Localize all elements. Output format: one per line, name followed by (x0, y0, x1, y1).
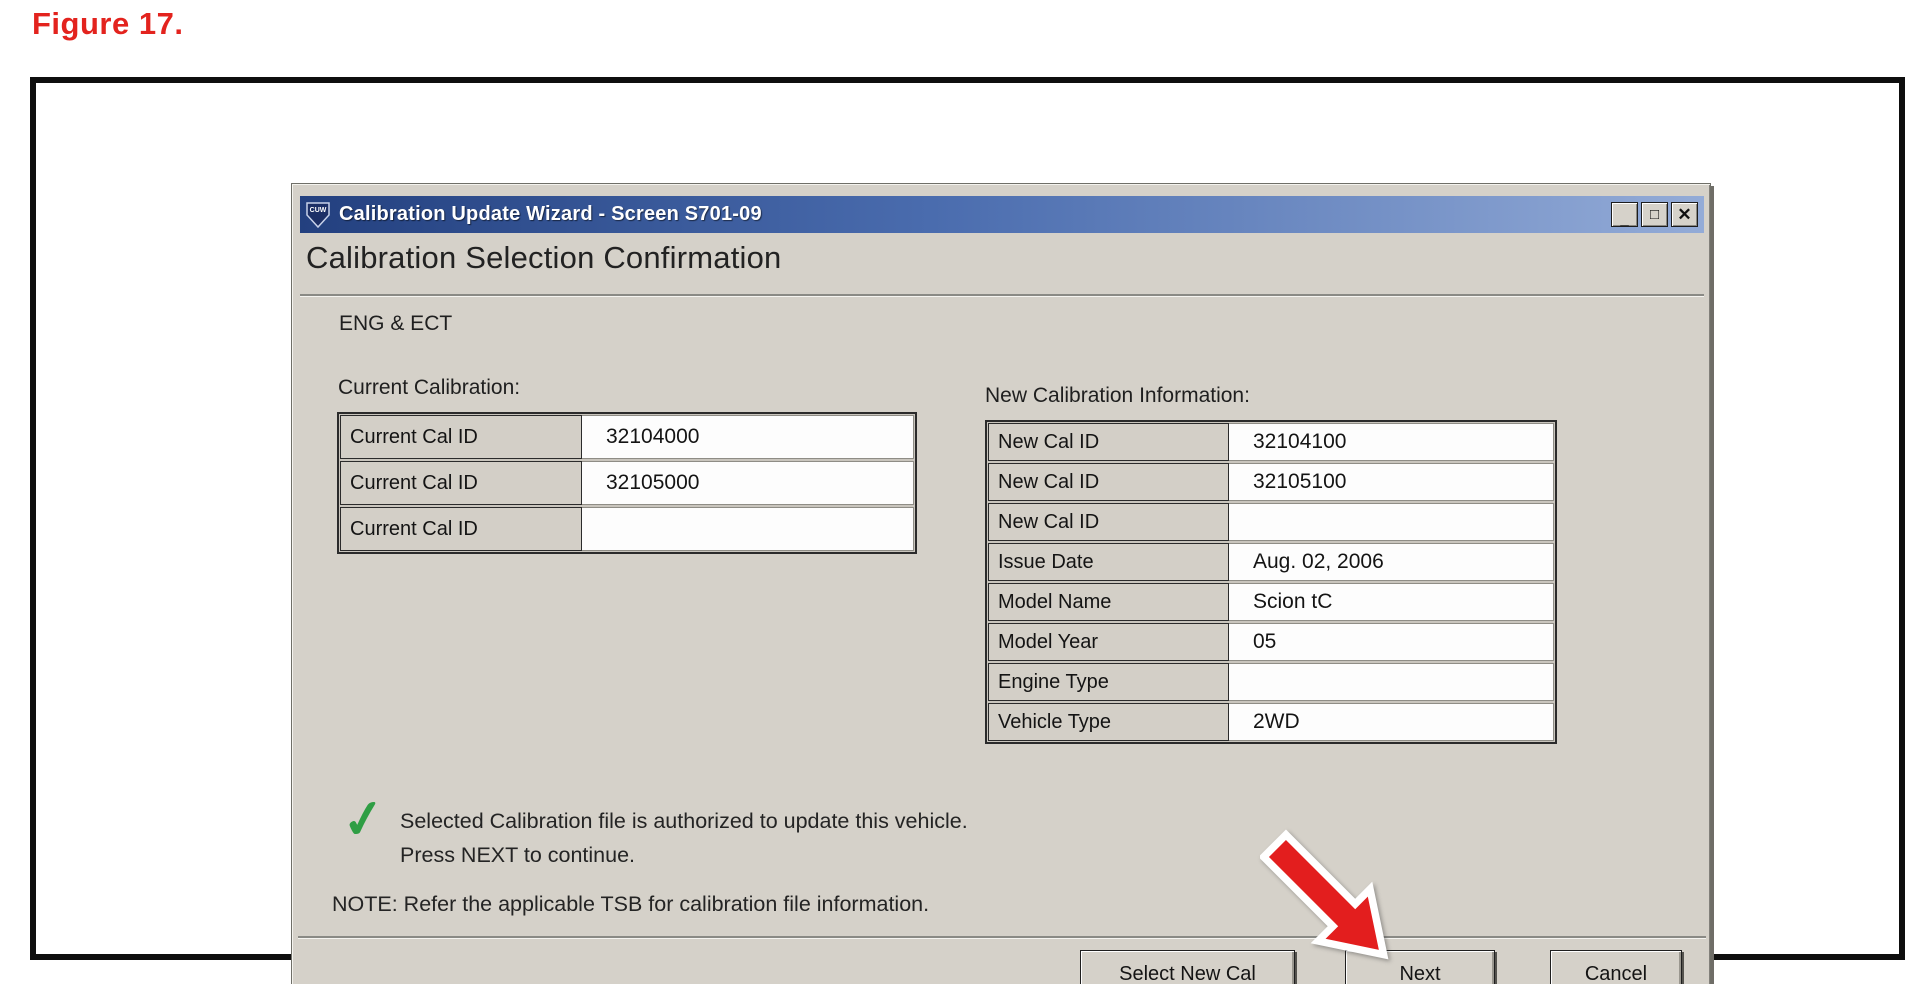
footer-divider (298, 936, 1706, 939)
figure-border: CUW Calibration Update Wizard - Screen S… (30, 77, 1905, 984)
note-text: NOTE: Refer the applicable TSB for calib… (332, 892, 930, 916)
minimize-button[interactable]: _ (1611, 202, 1638, 227)
authorization-message: Selected Calibration file is authorized … (400, 804, 968, 872)
table-row: Model Name Scion tC (988, 583, 1554, 621)
row-label: New Cal ID (988, 463, 1229, 501)
row-label: New Cal ID (988, 503, 1229, 541)
check-icon: ✓ (338, 788, 390, 852)
page-title: Calibration Selection Confirmation (306, 240, 782, 275)
close-button[interactable]: ✕ (1671, 202, 1698, 227)
row-value: Aug. 02, 2006 (1229, 543, 1554, 581)
row-label: Current Cal ID (340, 461, 582, 505)
row-value (1229, 503, 1554, 541)
table-row: Current Cal ID 32104000 (340, 415, 914, 459)
table-row: Model Year 05 (988, 623, 1554, 661)
row-label: Vehicle Type (988, 703, 1229, 741)
window-title: Calibration Update Wizard - Screen S701-… (339, 203, 762, 225)
callout-arrow-icon (1260, 829, 1389, 960)
current-calibration-label: Current Calibration: (338, 376, 521, 399)
row-value (582, 507, 914, 551)
authorization-line1: Selected Calibration file is authorized … (400, 809, 968, 833)
window-controls: _ □ ✕ (1611, 202, 1698, 227)
row-value: 32105000 (582, 461, 914, 505)
cancel-button[interactable]: Cancel (1550, 950, 1682, 984)
row-value: Scion tC (1229, 583, 1554, 621)
row-label: Current Cal ID (340, 415, 582, 459)
table-row: New Cal ID 32105100 (988, 463, 1554, 501)
window-titlebar[interactable]: CUW Calibration Update Wizard - Screen S… (300, 196, 1704, 233)
system-label: ENG & ECT (339, 312, 453, 335)
table-row: New Cal ID 32104100 (988, 423, 1554, 461)
row-label: Engine Type (988, 663, 1229, 701)
new-calibration-table: New Cal ID 32104100 New Cal ID 32105100 … (985, 420, 1557, 744)
row-label: Issue Date (988, 543, 1229, 581)
table-row: Issue Date Aug. 02, 2006 (988, 543, 1554, 581)
table-row: Current Cal ID 32105000 (340, 461, 914, 505)
cuw-shield-icon: CUW (305, 201, 331, 229)
row-value: 32104000 (582, 415, 914, 459)
row-label: New Cal ID (988, 423, 1229, 461)
row-label: Model Name (988, 583, 1229, 621)
row-value: 32105100 (1229, 463, 1554, 501)
svg-text:CUW: CUW (310, 207, 327, 214)
row-value: 32104100 (1229, 423, 1554, 461)
row-value: 05 (1229, 623, 1554, 661)
table-row: Vehicle Type 2WD (988, 703, 1554, 741)
current-calibration-table: Current Cal ID 32104000 Current Cal ID 3… (337, 412, 917, 554)
table-row: Current Cal ID (340, 507, 914, 551)
row-label: Current Cal ID (340, 507, 582, 551)
authorization-line2: Press NEXT to continue. (400, 843, 636, 867)
new-calibration-label: New Calibration Information: (985, 384, 1250, 407)
row-value (1229, 663, 1554, 701)
row-label: Model Year (988, 623, 1229, 661)
table-row: Engine Type (988, 663, 1554, 701)
maximize-button[interactable]: □ (1641, 202, 1668, 227)
table-row: New Cal ID (988, 503, 1554, 541)
figure-caption: Figure 17. (32, 6, 184, 41)
row-value: 2WD (1229, 703, 1554, 741)
calibration-update-wizard-window: CUW Calibration Update Wizard - Screen S… (291, 183, 1711, 984)
heading-divider (300, 294, 1704, 297)
